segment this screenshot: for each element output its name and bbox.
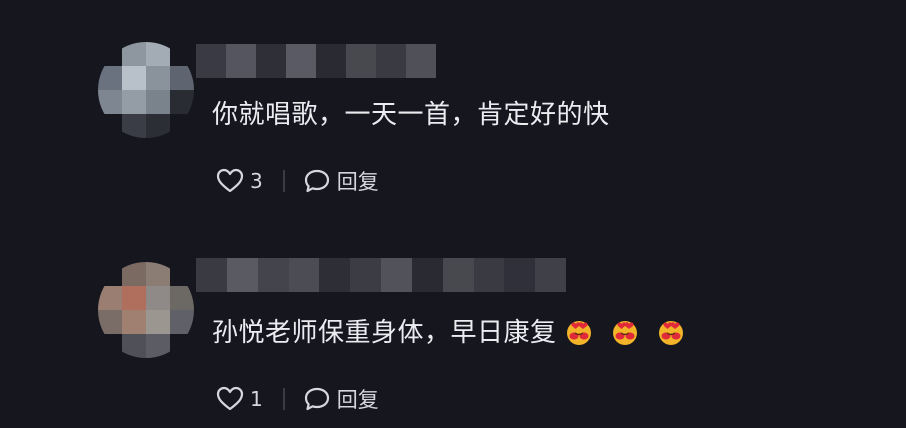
comment-text: 你就唱歌，一天一首，肯定好的快 — [212, 100, 610, 130]
avatar-pixel — [98, 310, 122, 334]
avatar-pixel — [146, 286, 170, 310]
heart-hug-emoji-icon — [612, 321, 637, 345]
heart-hug-emoji-icon — [658, 321, 683, 345]
avatar-pixel — [98, 114, 122, 138]
avatar-pixel — [146, 114, 170, 138]
username-pixel — [504, 258, 536, 292]
username-pixel — [196, 44, 226, 78]
username-pixel — [442, 258, 474, 292]
divider — [282, 170, 285, 192]
avatar-pixel — [170, 114, 194, 138]
heart-hug-emoji-icon — [566, 321, 591, 345]
comment-item-1: 你就唱歌，一天一首，肯定好的快 3 回复 — [0, 0, 906, 214]
avatar-pixel — [170, 66, 194, 90]
heart-outline-icon — [216, 168, 244, 193]
speech-bubble-icon — [304, 387, 329, 411]
username-pixel — [411, 258, 443, 292]
username-pixel — [288, 258, 320, 292]
username-pixel — [406, 44, 436, 78]
avatar-pixel — [146, 334, 170, 358]
username-pixel — [256, 44, 286, 78]
comment-actions: 3 回复 — [216, 165, 379, 197]
avatar[interactable] — [98, 262, 194, 358]
username-pixel — [226, 258, 258, 292]
avatar-pixel — [170, 334, 194, 358]
avatar-pixel — [98, 42, 122, 66]
avatar-pixel — [98, 286, 122, 310]
username-pixel — [376, 44, 406, 78]
avatar-pixel — [170, 286, 194, 310]
comment-item-2: 孙悦老师保重身体，早日康复 1 回复 — [0, 214, 906, 428]
avatar-pixel — [122, 286, 146, 310]
comment-text-line: 孙悦老师保重身体，早日康复 — [212, 316, 685, 350]
avatar-pixel — [122, 262, 146, 286]
avatar-pixel — [122, 310, 146, 334]
like-count: 3 — [250, 169, 263, 193]
avatar-pixel — [122, 114, 146, 138]
avatar-pixel — [170, 90, 194, 114]
avatar-pixel — [98, 66, 122, 90]
avatar-pixel — [170, 262, 194, 286]
avatar-pixel — [170, 42, 194, 66]
username-pixel — [381, 258, 412, 292]
username-pixel — [316, 44, 346, 78]
like-count: 1 — [250, 387, 263, 411]
username-pixel — [257, 258, 289, 292]
reply-button[interactable]: 回复 — [303, 166, 379, 196]
username-pixel — [535, 258, 567, 292]
avatar[interactable] — [98, 42, 194, 138]
avatar-pixel — [146, 310, 170, 334]
divider — [282, 388, 285, 410]
comment-actions: 1 回复 — [216, 383, 379, 415]
avatar-pixel — [122, 66, 146, 90]
avatar-pixel — [98, 90, 122, 114]
avatar-pixel — [146, 262, 170, 286]
speech-bubble-icon — [304, 169, 329, 193]
avatar-pixel — [98, 262, 122, 286]
avatar-pixel — [122, 42, 146, 66]
avatar-pixel — [146, 90, 170, 114]
username-blurred[interactable] — [196, 258, 567, 292]
username-pixel — [196, 258, 227, 292]
avatar-pixel — [146, 66, 170, 90]
username-pixel — [226, 44, 256, 78]
reply-button[interactable]: 回复 — [303, 384, 379, 414]
username-pixel — [346, 44, 376, 78]
like-button[interactable]: 1 — [216, 386, 263, 412]
username-pixel — [319, 258, 351, 292]
avatar-pixel — [122, 334, 146, 358]
username-blurred[interactable] — [196, 44, 436, 78]
avatar-pixel — [170, 310, 194, 334]
like-button[interactable]: 3 — [216, 168, 263, 194]
avatar-pixel — [146, 42, 170, 66]
username-pixel — [473, 258, 505, 292]
comment-text: 孙悦老师保重身体，早日康复 — [212, 318, 557, 348]
heart-outline-icon — [216, 386, 244, 411]
username-pixel — [350, 258, 382, 292]
reply-label: 回复 — [336, 170, 379, 194]
reply-label: 回复 — [336, 388, 379, 412]
username-pixel — [286, 44, 316, 78]
avatar-pixel — [122, 90, 146, 114]
avatar-pixel — [98, 334, 122, 358]
